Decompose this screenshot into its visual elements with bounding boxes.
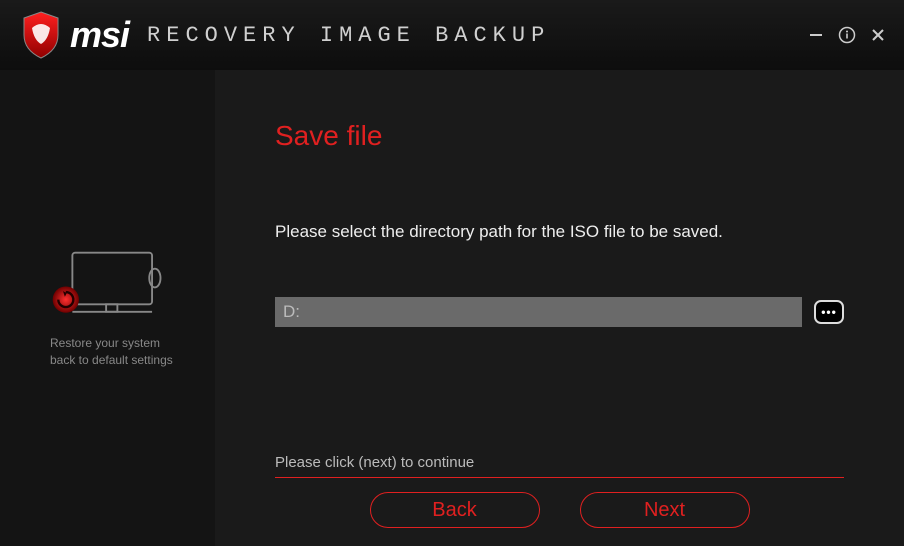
back-button[interactable]: Back bbox=[370, 492, 540, 528]
restore-monitor-icon bbox=[48, 248, 168, 323]
brand-text: msi bbox=[70, 14, 129, 56]
minimize-button[interactable] bbox=[808, 27, 824, 43]
footer: Please click (next) to continue Back Nex… bbox=[275, 454, 844, 528]
sidebar-caption: Restore your system back to default sett… bbox=[20, 335, 173, 369]
directory-path-input[interactable] bbox=[275, 297, 802, 327]
nav-buttons: Back Next bbox=[275, 492, 844, 528]
msi-shield-logo-icon bbox=[20, 10, 62, 60]
close-button[interactable] bbox=[870, 27, 886, 43]
continue-hint: Please click (next) to continue bbox=[275, 454, 844, 471]
page-title: Save file bbox=[275, 120, 844, 152]
next-button[interactable]: Next bbox=[580, 492, 750, 528]
divider bbox=[275, 477, 844, 478]
app-title: RECOVERY IMAGE BACKUP bbox=[147, 23, 550, 48]
instruction-text: Please select the directory path for the… bbox=[275, 222, 844, 242]
sidebar: Restore your system back to default sett… bbox=[0, 70, 215, 546]
browse-button[interactable]: ••• bbox=[814, 300, 844, 324]
path-row: ••• bbox=[275, 297, 844, 327]
info-button[interactable] bbox=[838, 26, 856, 44]
window-controls bbox=[808, 26, 886, 44]
title-bar: msi RECOVERY IMAGE BACKUP bbox=[0, 0, 904, 70]
sidebar-caption-line1: Restore your system bbox=[50, 335, 173, 352]
main-panel: Save file Please select the directory pa… bbox=[215, 70, 904, 546]
sidebar-caption-line2: back to default settings bbox=[50, 352, 173, 369]
